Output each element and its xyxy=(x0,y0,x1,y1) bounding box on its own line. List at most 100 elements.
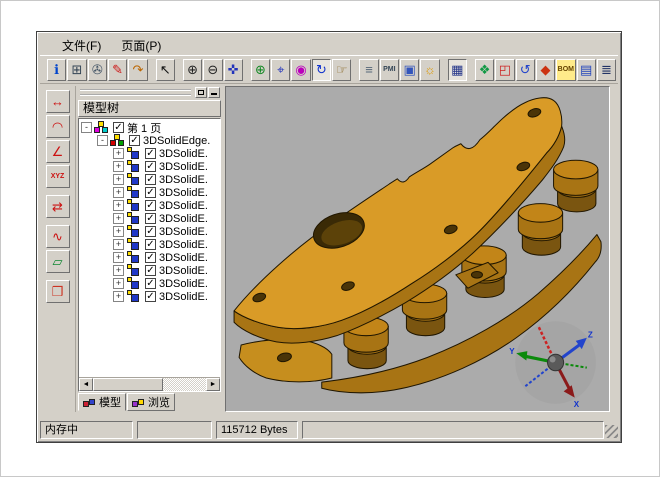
scrollbar-track[interactable] xyxy=(93,378,206,391)
bom-button[interactable]: BOM xyxy=(556,59,575,81)
panel-drag-gripper[interactable] xyxy=(80,89,191,96)
visibility-checkbox[interactable]: ✓ xyxy=(145,213,156,224)
assembly-tree-button[interactable]: ❖ xyxy=(475,59,494,81)
tree-expander-icon[interactable]: + xyxy=(113,278,124,289)
panel-hide-button[interactable] xyxy=(208,87,220,98)
print-preview-button[interactable]: ⊞ xyxy=(67,59,86,81)
tree-row[interactable]: +✓3DSolidE. xyxy=(81,173,220,186)
tree-expander-icon[interactable]: - xyxy=(97,135,108,146)
panel-titlebar[interactable] xyxy=(78,86,221,99)
info-button[interactable]: ℹ xyxy=(47,59,66,81)
select-cursor-button[interactable]: ↖ xyxy=(156,59,175,81)
visibility-checkbox[interactable]: ✓ xyxy=(145,239,156,250)
tree-expander-icon[interactable]: + xyxy=(113,239,124,250)
spin-button[interactable]: ↻ xyxy=(312,59,331,81)
tree-row[interactable]: +✓3DSolidE. xyxy=(81,186,220,199)
visibility-checkbox[interactable]: ✓ xyxy=(145,148,156,159)
tree-row[interactable]: +✓3DSolidE. xyxy=(81,160,220,173)
tree-expander-icon[interactable]: + xyxy=(113,265,124,276)
tree-expander-icon[interactable]: + xyxy=(113,161,124,172)
visibility-checkbox[interactable]: ✓ xyxy=(129,135,140,146)
zoom-window-button[interactable]: ⊕ xyxy=(251,59,270,81)
tree-row[interactable]: +✓3DSolidE. xyxy=(81,147,220,160)
menu-page[interactable]: 页面(P) xyxy=(121,37,161,54)
tree-row[interactable]: + ✓3DSolidE. xyxy=(81,264,220,277)
pmi-button[interactable]: PMI xyxy=(380,59,399,81)
panel-float-button[interactable] xyxy=(195,87,207,98)
tree-expander-icon[interactable]: + xyxy=(113,291,124,302)
tree-row[interactable]: +✓3DSolidE. xyxy=(81,290,220,303)
orbit-assembly-button[interactable]: ↺ xyxy=(516,59,535,81)
measure-radius-button[interactable]: ◠ xyxy=(46,115,70,138)
tab-model[interactable]: 模型 xyxy=(78,393,126,411)
tree-expander-icon[interactable]: + xyxy=(113,213,124,224)
part-icon xyxy=(126,147,143,160)
render-cube-button[interactable]: ▣ xyxy=(400,59,419,81)
zoom-in-button[interactable]: ⊕ xyxy=(183,59,202,81)
scroll-left-arrow[interactable]: ◄ xyxy=(79,378,93,391)
annotate-pen-button[interactable]: ✎ xyxy=(108,59,127,81)
capture-button[interactable]: ▦ xyxy=(448,59,467,81)
visibility-checkbox[interactable]: ✓ xyxy=(113,122,124,133)
3d-viewport-canvas[interactable]: Z Y X xyxy=(226,87,609,411)
measure-curve-button[interactable]: ∿ xyxy=(46,225,70,248)
visibility-checkbox[interactable]: ✓ xyxy=(145,161,156,172)
measure-gap-button[interactable]: ⇄ xyxy=(46,195,70,218)
status-bar: 内存中115712 Bytes xyxy=(40,419,618,440)
resize-grip[interactable] xyxy=(605,425,618,438)
orientation-axis-indicator: Z Y X xyxy=(509,321,596,409)
tab-browse[interactable]: 浏览 xyxy=(127,393,175,411)
tree-expander-icon[interactable]: + xyxy=(113,174,124,185)
export-button[interactable]: ↷ xyxy=(128,59,147,81)
tree-row[interactable]: -✓第 1 页 xyxy=(81,121,220,134)
tree-row[interactable]: +✓3DSolidE. xyxy=(81,251,220,264)
pan-button[interactable]: ✜ xyxy=(224,59,243,81)
scroll-right-arrow[interactable]: ► xyxy=(206,378,220,391)
visibility-checkbox[interactable]: ✓ xyxy=(145,226,156,237)
scrollbar-thumb[interactable] xyxy=(93,378,163,391)
measure-area-button[interactable]: ▱ xyxy=(46,250,70,273)
move-part-button[interactable]: ◰ xyxy=(495,59,514,81)
tree-row[interactable]: +✓3DSolidE. xyxy=(81,225,220,238)
visibility-checkbox[interactable]: ✓ xyxy=(145,291,156,302)
hand-pan-button[interactable]: ☞ xyxy=(332,59,351,81)
tree-row[interactable]: +✓3DSolidE. xyxy=(81,212,220,225)
tree-horizontal-scrollbar[interactable]: ◄ ► xyxy=(79,377,220,391)
page-icon xyxy=(94,121,111,134)
tab-model-label: 模型 xyxy=(99,394,121,410)
light-button[interactable]: ☼ xyxy=(420,59,439,81)
tree-row[interactable]: +✓3DSolidE. xyxy=(81,277,220,290)
measure-distance-button[interactable]: ↔ xyxy=(46,90,70,113)
measure-volume-button[interactable]: ❒ xyxy=(46,280,70,303)
3d-viewport[interactable]: Z Y X xyxy=(225,86,610,412)
visibility-checkbox[interactable]: ✓ xyxy=(145,265,156,276)
zoom-select-button[interactable]: ⌖ xyxy=(271,59,290,81)
visibility-checkbox[interactable]: ✓ xyxy=(145,187,156,198)
zoom-out-button[interactable]: ⊖ xyxy=(203,59,222,81)
tree-row[interactable]: +✓3DSolidE. xyxy=(81,238,220,251)
tree-expander-icon[interactable]: + xyxy=(113,226,124,237)
model-tree-panel: 模型树 -✓第 1 页-✓3DSolidEdge.+✓3DSolidE.+✓3D… xyxy=(78,86,221,412)
tree-expander-icon[interactable]: + xyxy=(113,200,124,211)
tree-item-label: 3DSolidE. xyxy=(159,265,208,277)
tree-expander-icon[interactable]: + xyxy=(113,187,124,198)
visibility-checkbox[interactable]: ✓ xyxy=(145,278,156,289)
explode-button[interactable]: ◆ xyxy=(536,59,555,81)
tree-row[interactable]: -✓3DSolidEdge. xyxy=(81,134,220,147)
tree-item-label: 3DSolidE. xyxy=(159,200,208,212)
tree-expander-icon[interactable]: + xyxy=(113,252,124,263)
print-button[interactable]: ✇ xyxy=(88,59,107,81)
visibility-checkbox[interactable]: ✓ xyxy=(145,200,156,211)
tree-row[interactable]: + ✓3DSolidE. xyxy=(81,199,220,212)
tree-expander-icon[interactable]: - xyxy=(81,122,92,133)
orbit-button[interactable]: ◉ xyxy=(291,59,310,81)
visibility-checkbox[interactable]: ✓ xyxy=(145,174,156,185)
tree-expander-icon[interactable]: + xyxy=(113,148,124,159)
menu-file[interactable]: 文件(F) xyxy=(62,37,101,54)
layers-button[interactable]: ≡ xyxy=(359,59,378,81)
measure-angle-button[interactable]: ∠ xyxy=(46,140,70,163)
measure-coordinate-button[interactable]: XYZ xyxy=(46,165,70,188)
visibility-checkbox[interactable]: ✓ xyxy=(145,252,156,263)
tree-list-button[interactable]: ≣ xyxy=(597,59,616,81)
properties-table-button[interactable]: ▤ xyxy=(577,59,596,81)
